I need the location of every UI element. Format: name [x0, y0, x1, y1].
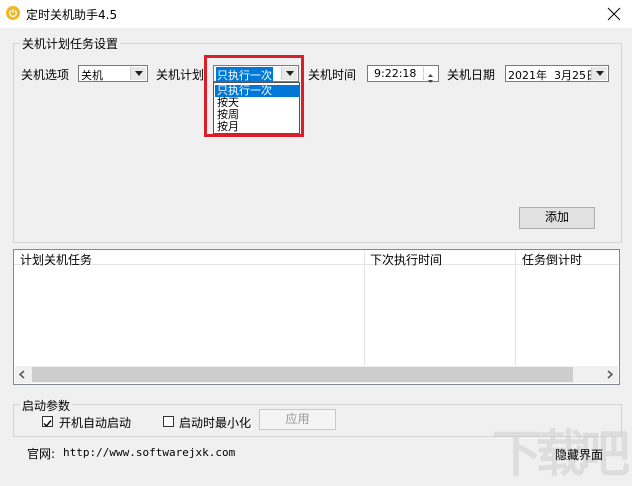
- title-bar: 定时关机助手4.5: [0, 0, 632, 28]
- scroll-right-icon[interactable]: [606, 370, 614, 379]
- option-select[interactable]: 关机: [78, 65, 148, 82]
- add-button-label: 添加: [544, 210, 569, 224]
- checkmark-icon: [43, 420, 52, 428]
- scroll-left-icon[interactable]: [18, 370, 26, 379]
- power-icon: [6, 6, 20, 20]
- highlight-box: [204, 55, 304, 137]
- time-value: 9:22:18: [374, 67, 417, 80]
- add-button[interactable]: 添加: [519, 207, 595, 229]
- date-label: 关机日期: [447, 68, 496, 82]
- website-link[interactable]: http://www.softwarejxk.com: [63, 446, 235, 459]
- minimize-label[interactable]: 启动时最小化: [179, 414, 251, 431]
- task-list-header: 计划关机任务 下次执行时间 任务倒计时: [14, 250, 619, 268]
- spin-down-icon[interactable]: [423, 74, 437, 83]
- task-list[interactable]: 计划关机任务 下次执行时间 任务倒计时: [13, 249, 620, 385]
- minimize-checkbox[interactable]: [163, 416, 174, 427]
- chevron-down-icon[interactable]: [130, 67, 146, 80]
- time-label: 关机时间: [308, 68, 357, 82]
- window-title: 定时关机助手4.5: [26, 8, 118, 22]
- website-label: 官网:: [27, 447, 56, 461]
- autostart-checkbox[interactable]: [42, 416, 53, 428]
- date-value: 2021年 3月25日: [508, 69, 597, 82]
- column-header-next-run[interactable]: 下次执行时间: [370, 251, 442, 268]
- horizontal-scrollbar[interactable]: [15, 366, 618, 383]
- hide-window-button[interactable]: 隐藏界面: [555, 446, 607, 464]
- column-header-task[interactable]: 计划关机任务: [20, 251, 92, 268]
- column-header-countdown[interactable]: 任务倒计时: [522, 251, 582, 268]
- time-spinner[interactable]: 9:22:18: [367, 65, 439, 83]
- spin-up-icon[interactable]: [423, 67, 437, 77]
- apply-button[interactable]: 应用: [259, 409, 336, 430]
- option-label: 关机选项: [21, 68, 70, 82]
- chevron-down-icon[interactable]: [591, 67, 607, 80]
- plan-label: 关机计划: [156, 68, 205, 82]
- autostart-label[interactable]: 开机自动启动: [59, 414, 131, 431]
- apply-button-label: 应用: [285, 412, 310, 426]
- hide-window-label: 隐藏界面: [555, 448, 604, 462]
- close-icon: [607, 7, 621, 21]
- column-divider: [364, 250, 365, 367]
- column-divider: [515, 250, 516, 367]
- close-button[interactable]: [598, 2, 630, 26]
- settings-group-label: 关机计划任务设置: [20, 35, 121, 52]
- date-picker[interactable]: 2021年 3月25日: [505, 65, 609, 82]
- startup-group-label: 启动参数: [20, 397, 73, 414]
- scrollbar-thumb[interactable]: [32, 367, 573, 382]
- option-select-value: 关机: [81, 69, 103, 82]
